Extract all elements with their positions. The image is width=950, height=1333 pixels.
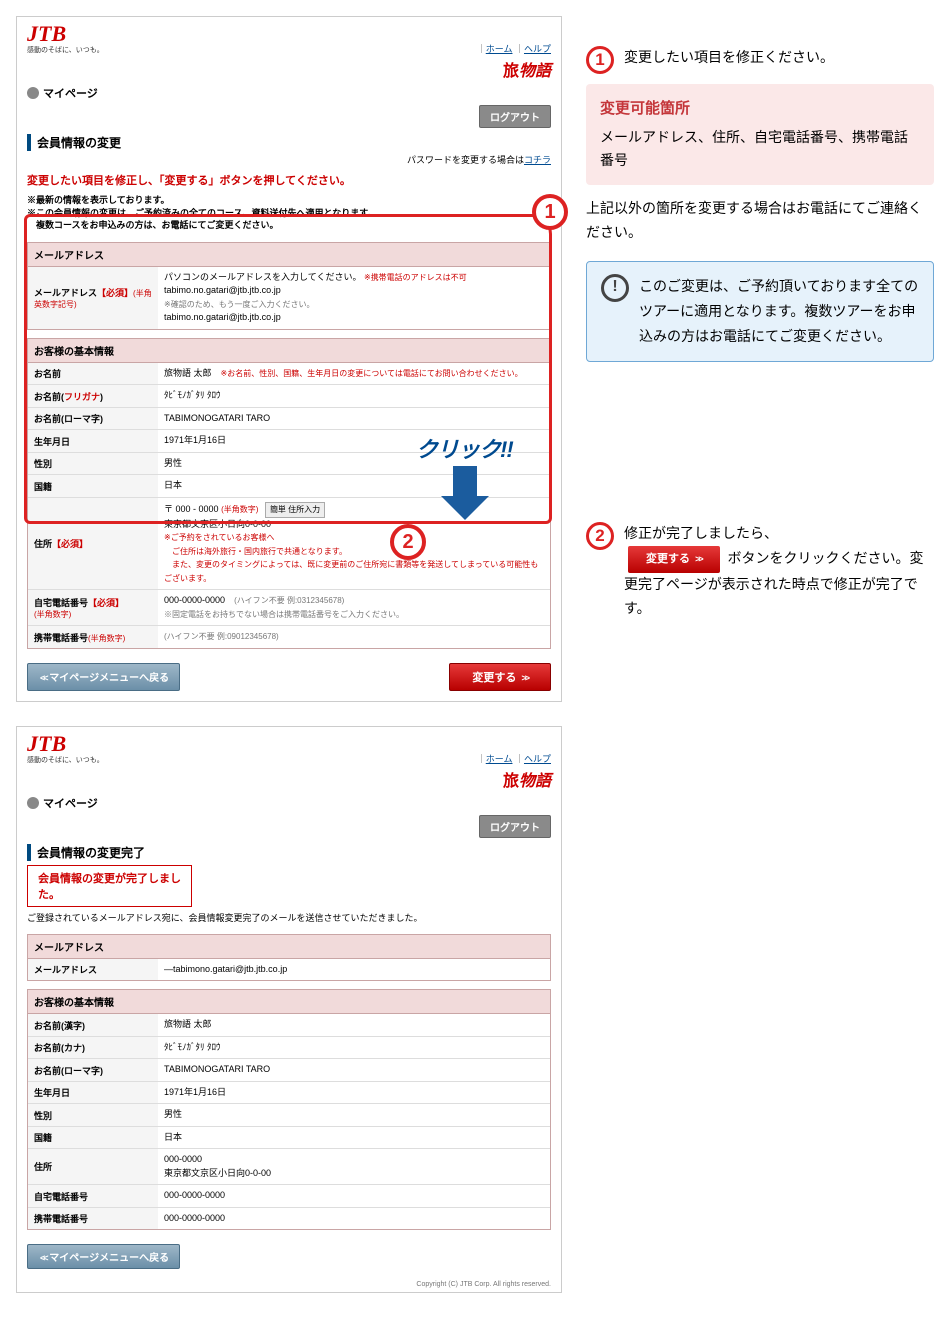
row-sex: 性別男性 <box>28 1104 550 1127</box>
mypage-heading: マイページ <box>27 85 98 101</box>
row-roma: お名前(ローマ字)TABIMONOGATARI TARO <box>28 1059 550 1082</box>
logout-button[interactable]: ログアウト <box>479 105 551 128</box>
mail-input-1[interactable]: tabimo.no.gatari@jtb.jtb.co.jp <box>164 285 281 295</box>
jtb-logo: JTB 感動のそばに、いつも。 <box>27 733 104 765</box>
easy-address-button[interactable]: 簡単 住所入力 <box>265 502 325 518</box>
badge-2: 2 <box>390 524 426 560</box>
password-link[interactable]: コチラ <box>524 155 551 165</box>
row-roma: お名前(ローマ字)TABIMONOGATARI TARO <box>28 407 550 430</box>
row-hometel: 自宅電話番号000-0000-0000 <box>28 1185 550 1208</box>
row-hometel: 自宅電話番号【必須】(半角数字) 000-0000-0000 (ハイフン不要 例… <box>28 590 550 626</box>
back-button[interactable]: << マイページメニューへ戻る <box>27 663 180 691</box>
copyright: Copyright (C) JTB Corp. All rights reser… <box>17 1279 561 1292</box>
help-link[interactable]: ヘルプ <box>524 754 551 764</box>
row-kana: お名前(フリガナ) ﾀﾋﾞﾓﾉｶﾞﾀﾘ ﾀﾛｳ <box>28 385 550 408</box>
page-title: 会員情報の変更 <box>27 134 551 151</box>
notes-block: ※最新の情報を表示しております。 ※この会員情報の変更は、ご予約済みの全てのコー… <box>17 194 561 238</box>
page-title: 会員情報の変更完了 <box>27 844 551 861</box>
badge-1: 1 <box>532 194 568 230</box>
exclamation-icon: ! <box>601 274 629 302</box>
back-button[interactable]: << マイページメニューへ戻る <box>27 1244 180 1269</box>
row-nat: 国籍日本 <box>28 1126 550 1149</box>
click-label: クリック!! <box>416 432 513 464</box>
mail-row: メールアドレス【必須】(半角英数字記号) パソコンのメールアドレスを入力してくだ… <box>28 267 550 329</box>
row-name: お名前(漢字)旅物語 太郎 <box>28 1014 550 1036</box>
home-link[interactable]: ホーム <box>486 44 513 54</box>
row-dob: 生年月日1971年1月16日 <box>28 1081 550 1104</box>
jtb-logo: JTB 感動のそばに、いつも。 <box>27 23 104 55</box>
chevron-left-icon: << <box>40 1253 47 1263</box>
row-mail: メールアドレス—tabimono.gatari@jtb.jtb.co.jp <box>28 959 550 981</box>
row-kana: お名前(カナ)ﾀﾋﾞﾓﾉｶﾞﾀﾘ ﾀﾛｳ <box>28 1036 550 1059</box>
note-1: 1 変更したい項目を修正ください。 <box>586 46 934 74</box>
tabimonogatari-logo: 物語 <box>503 57 551 81</box>
basic-header: お客様の基本情報 <box>28 339 550 363</box>
mail-box: メールアドレス メールアドレス【必須】(半角英数字記号) パソコンのメールアドレ… <box>27 242 551 330</box>
row-mobtel: 携帯電話番号000-0000-0000 <box>28 1207 550 1229</box>
complete-screenshot: JTB 感動のそばに、いつも。 ｜ホーム ｜ヘルプ 物語 マイページ ログアウト… <box>16 726 562 1294</box>
basic-box: お客様の基本情報 お名前(漢字)旅物語 太郎 お名前(カナ)ﾀﾋﾞﾓﾉｶﾞﾀﾘ … <box>27 989 551 1230</box>
warning-box: ! このご変更は、ご予約頂いております全てのツアーに適用となります。複数ツアーを… <box>586 261 934 363</box>
chevron-right-icon: >> <box>521 673 528 683</box>
mail-header: メールアドレス <box>28 243 550 267</box>
address-input[interactable]: 東京都文京区小日向0-0-00 <box>164 519 271 529</box>
complete-note: ご登録されているメールアドレス宛に、会員情報変更完了のメールを送信させていただき… <box>17 911 561 930</box>
chevron-left-icon: << <box>40 673 47 683</box>
mypage-heading: マイページ <box>27 795 98 811</box>
row-name: お名前 旅物語 太郎 ※お名前、性別、国籍、生年月日の変更については電話にてお問… <box>28 363 550 385</box>
help-link[interactable]: ヘルプ <box>524 44 551 54</box>
badge-1-icon: 1 <box>586 46 614 74</box>
editable-fields-box: 変更可能箇所 メールアドレス、住所、自宅電話番号、携帯電話番号 <box>586 84 934 185</box>
change-button[interactable]: 変更する >> <box>449 663 551 691</box>
home-tel-input[interactable]: 000-0000-0000 <box>164 595 225 605</box>
row-mobtel: 携帯電話番号(半角数字) (ハイフン不要 例:09012345678) <box>28 626 550 648</box>
top-links: ｜ホーム ｜ヘルプ <box>477 752 551 765</box>
top-links: ｜ホーム ｜ヘルプ <box>477 42 551 55</box>
tabimonogatari-logo: 物語 <box>503 767 551 791</box>
editable-note: 上記以外の箇所を変更する場合はお電話にてご連絡ください。 <box>586 197 934 245</box>
password-change-row: パスワードを変更する場合はコチラ <box>17 153 561 170</box>
edit-screenshot: JTB 感動のそばに、いつも。 ｜ホーム ｜ヘルプ 物語 マイページ ログアウト… <box>16 16 562 702</box>
instruction-text: 変更したい項目を修正し、「変更する」ボタンを押してください。 <box>17 170 561 194</box>
complete-message: 会員情報の変更が完了しました。 <box>27 865 192 907</box>
logout-button[interactable]: ログアウト <box>479 815 551 838</box>
mail-box: メールアドレス メールアドレス—tabimono.gatari@jtb.jtb.… <box>27 934 551 982</box>
row-addr: 住所 000-0000東京都文京区小日向0-0-00 <box>28 1149 550 1185</box>
note-2: 2 修正が完了しましたら、 変更する >> ボタンをクリックください。変更完了ペ… <box>586 522 934 620</box>
zip-input[interactable]: 000 - 0000 <box>176 504 219 514</box>
badge-2-icon: 2 <box>586 522 614 550</box>
mini-change-button: 変更する >> <box>628 546 720 573</box>
mail-input-2[interactable]: tabimo.no.gatari@jtb.jtb.co.jp <box>164 312 281 322</box>
home-link[interactable]: ホーム <box>486 754 513 764</box>
